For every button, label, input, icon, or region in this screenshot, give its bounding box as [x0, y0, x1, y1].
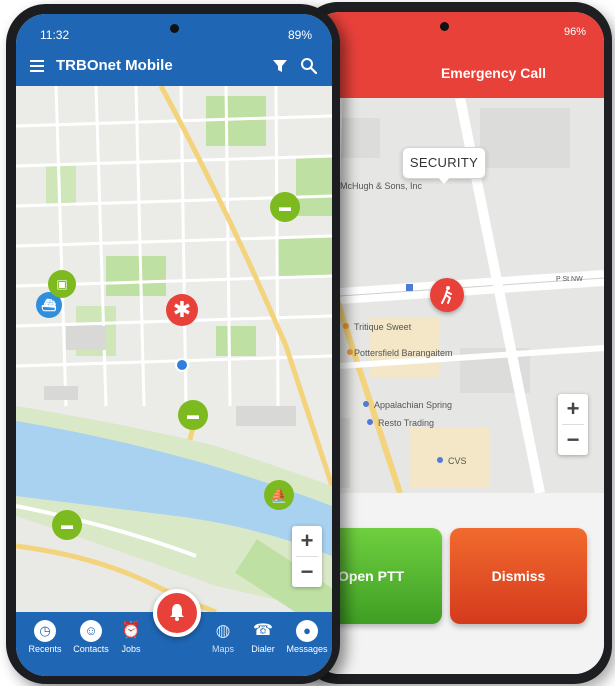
emergency-alarm-button[interactable] [153, 589, 201, 637]
truck-icon: ▬ [61, 518, 73, 532]
sailboat-icon: ⛵ [270, 487, 288, 503]
cart-icon: ▣ [56, 277, 68, 291]
callout-label: SECURITY [409, 155, 479, 170]
sailboat-marker[interactable]: ⛵ [264, 480, 294, 510]
my-location-dot [175, 358, 189, 372]
status-bar: 11:32 89% [16, 14, 332, 48]
trbonet-map-screen: 11:32 89% TRBOnet Mobile ▬ ⛴ ▣ ✱ ▬ ⛵ ▬ +… [16, 14, 332, 676]
vehicle-marker[interactable]: ▬ [178, 400, 208, 430]
open-ptt-label: Open PTT [337, 568, 405, 584]
call-action-panel: Open PTT Dismiss [310, 493, 604, 674]
zoom-in-button[interactable]: + [558, 394, 588, 424]
nav-label: Dialer [251, 644, 275, 654]
search-icon[interactable] [300, 57, 318, 75]
front-camera [440, 22, 449, 31]
contacts-icon: ☺ [80, 620, 102, 642]
status-bar: 96% [310, 12, 604, 52]
front-camera [170, 24, 179, 33]
zoom-out-button[interactable]: − [558, 425, 588, 455]
status-time: 11:32 [40, 28, 70, 42]
map-label: Pottersfield Barangaitem [354, 348, 453, 358]
nav-label: Messages [286, 644, 328, 654]
app-header: TRBOnet Mobile [16, 48, 332, 86]
zoom-control: + − [558, 394, 588, 455]
nav-label: Jobs [121, 644, 141, 654]
dismiss-label: Dismiss [491, 568, 546, 584]
map-view[interactable]: ▬ ⛴ ▣ ✱ ▬ ⛵ ▬ + − [16, 86, 332, 612]
chat-bubble-icon: ● [296, 620, 318, 642]
nav-item-dialer[interactable]: ☎ Dialer [238, 620, 288, 654]
emergency-call-screen: 96% Emergency Call McHugh & Sons, Inc Tr… [310, 12, 604, 674]
truck-icon: ▬ [187, 408, 199, 422]
nav-item-jobs[interactable]: ⏰ Jobs [106, 620, 156, 654]
map-label: Resto Trading [378, 418, 435, 428]
filter-icon[interactable] [272, 58, 288, 74]
app-title: TRBOnet Mobile [56, 57, 173, 74]
battery-level: 89% [287, 28, 312, 42]
cart-marker[interactable]: ▣ [48, 270, 76, 298]
walking-person-icon [441, 286, 452, 304]
map-view[interactable]: McHugh & Sons, Inc Tritique Sweet Potter… [310, 98, 604, 493]
vehicle-marker[interactable]: ▬ [52, 510, 82, 540]
emergency-marker[interactable]: ✱ [166, 294, 198, 326]
map-label: Tritique Sweet [354, 322, 412, 332]
boat-icon: ⛴ [41, 298, 57, 312]
map-label: Appalachian Spring [374, 400, 453, 410]
bell-icon [170, 604, 184, 621]
emergency-header: Emergency Call [310, 52, 604, 98]
battery-level: 96% [563, 26, 586, 38]
asterisk-icon: ✱ [172, 297, 192, 322]
dialer-icon: ☎ [253, 622, 273, 639]
map-label: McHugh & Sons, Inc [340, 181, 423, 191]
zoom-out-button[interactable]: − [292, 557, 322, 587]
nav-item-recents[interactable]: ◷ Recents [20, 620, 70, 654]
security-callout: SECURITY [402, 147, 486, 179]
vehicle-marker[interactable]: ▬ [270, 192, 300, 222]
globe-icon: ◍ [215, 621, 231, 640]
zoom-control: + − [292, 526, 322, 587]
map-label: P St NW [556, 276, 583, 283]
map-label: CVS [448, 456, 467, 466]
truck-icon: ▬ [279, 200, 291, 214]
walking-person-marker[interactable] [430, 278, 464, 312]
page-title: Emergency Call [440, 65, 546, 81]
nav-label: Recents [28, 644, 62, 654]
dismiss-button[interactable]: Dismiss [450, 528, 587, 624]
alarm-clock-icon: ⏰ [121, 622, 141, 639]
nav-item-messages[interactable]: ● Messages [282, 620, 332, 654]
zoom-in-button[interactable]: + [292, 526, 322, 556]
callout-tail [437, 176, 451, 184]
hamburger-menu-icon[interactable] [30, 60, 44, 72]
clock-icon: ◷ [34, 620, 56, 642]
